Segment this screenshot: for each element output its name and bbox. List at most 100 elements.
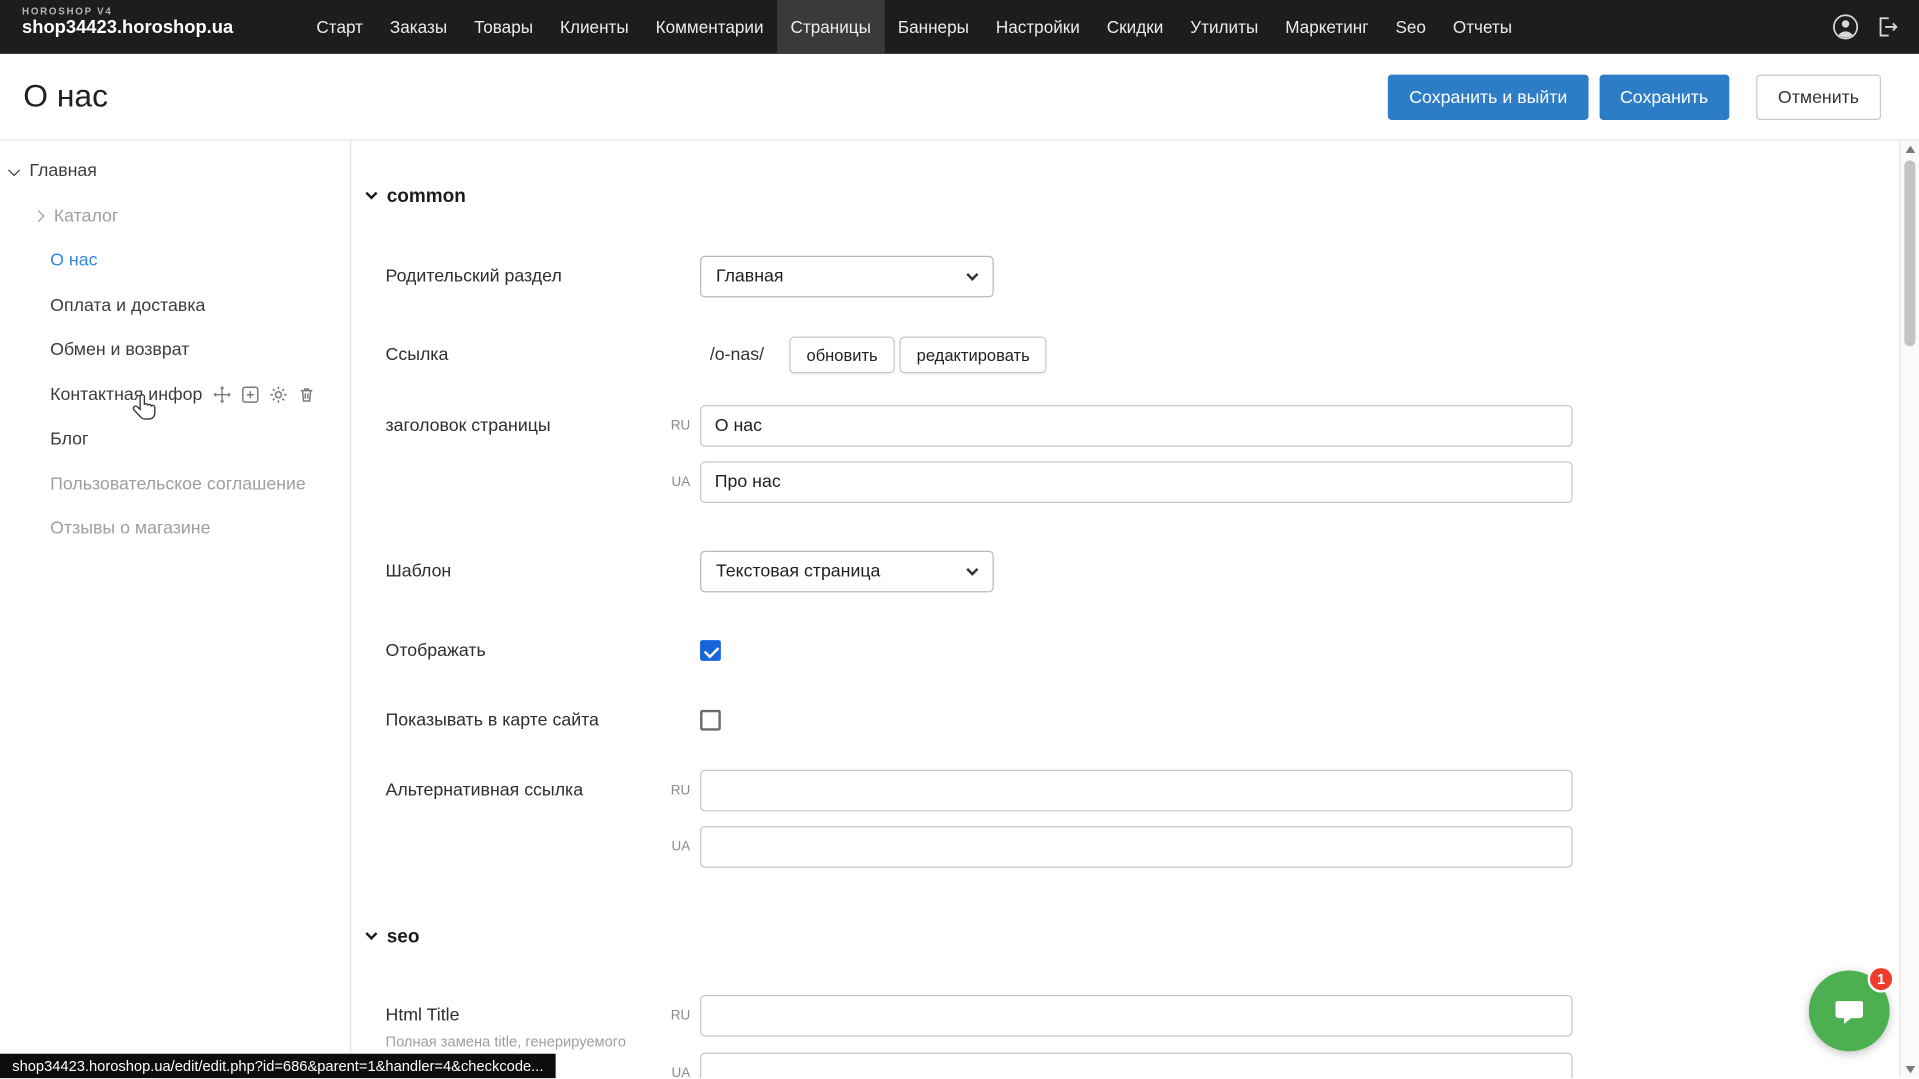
display-checkbox[interactable] [700, 640, 721, 661]
chat-bubble-icon [1831, 993, 1868, 1030]
chat-unread-badge: 1 [1868, 966, 1895, 993]
sidebar-item-blog[interactable]: Блог [0, 417, 350, 462]
update-link-button[interactable]: обновить [789, 337, 894, 374]
save-button[interactable]: Сохранить [1599, 75, 1729, 120]
lang-tag-ru: RU [656, 770, 690, 812]
chevron-down-icon [966, 269, 978, 281]
browser-status-tooltip: shop34423.horoshop.ua/edit/edit.php?id=6… [0, 1054, 556, 1078]
app-root: HOROSHOP V4 shop34423.horoshop.ua Старт … [0, 0, 1919, 1078]
edit-link-button[interactable]: редактировать [900, 337, 1047, 374]
logo-domain: shop34423.horoshop.ua [22, 17, 233, 38]
field-label: Шаблон [386, 551, 452, 593]
form-row-display: Отображать [352, 640, 1899, 662]
nav-item-pages[interactable]: Страницы [777, 0, 884, 54]
field-label: Показывать в карте сайта [386, 710, 599, 732]
field-label: Ссылка [386, 337, 449, 374]
scroll-down-arrow[interactable] [1901, 1061, 1919, 1078]
logo: HOROSHOP V4 shop34423.horoshop.ua [22, 6, 233, 54]
pages-tree-sidebar: Главная Каталог О нас Оплата и доставка … [0, 141, 351, 1078]
link-path-value: /o-nas/ [710, 337, 764, 374]
sidebar-item-label: О нас [50, 251, 97, 271]
lang-tag-ua: UA [656, 826, 690, 868]
nav-item-clients[interactable]: Клиенты [547, 0, 643, 54]
form-row-parent-section: Родительский раздел Главная [352, 256, 1899, 298]
section-seo-toggle[interactable]: seo [367, 926, 419, 948]
form-row-html-title-ua: UA [352, 1053, 1899, 1079]
save-and-exit-button[interactable]: Сохранить и выйти [1388, 75, 1588, 120]
sidebar-item-o-nas[interactable]: О нас [0, 239, 350, 284]
nav-item-products[interactable]: Товары [461, 0, 547, 54]
tree-item-hover-actions [213, 386, 316, 404]
form-row-page-title-ru: заголовок страницы RU [352, 405, 1899, 447]
nav-item-utilities[interactable]: Утилиты [1177, 0, 1272, 54]
sidebar-item-obmen[interactable]: Обмен и возврат [0, 328, 350, 373]
field-label: заголовок страницы [386, 405, 551, 447]
sidebar-item-label: Блог [50, 430, 88, 450]
sidebar-item-label: Оплата и доставка [50, 296, 205, 316]
sidebar-item-katalog[interactable]: Каталог [0, 194, 350, 239]
page-header: О нас Сохранить и выйти Сохранить Отмени… [0, 54, 1919, 141]
scroll-up-arrow[interactable] [1901, 141, 1919, 158]
nav-item-settings[interactable]: Настройки [982, 0, 1093, 54]
chevron-right-icon [32, 210, 44, 222]
nav-item-reports[interactable]: Отчеты [1439, 0, 1525, 54]
nav-right-icons [1832, 0, 1899, 54]
chevron-down-icon [365, 927, 377, 939]
html-title-ru-input[interactable] [700, 995, 1573, 1037]
sidebar-item-label: Обмен и возврат [50, 341, 189, 361]
sidebar-item-otzyvy[interactable]: Отзывы о магазине [0, 507, 350, 552]
sitemap-checkbox[interactable] [700, 710, 721, 731]
logout-icon[interactable] [1875, 15, 1899, 39]
sidebar-item-glavnaya[interactable]: Главная [0, 149, 350, 194]
alt-link-ru-input[interactable] [700, 770, 1573, 812]
user-account-icon[interactable] [1832, 13, 1859, 40]
form-row-sitemap: Показывать в карте сайта [352, 710, 1899, 732]
sidebar-item-oplata[interactable]: Оплата и доставка [0, 283, 350, 328]
form-row-alt-link-ru: Альтернативная ссылка RU [352, 770, 1899, 812]
vertical-scrollbar [1899, 141, 1919, 1078]
settings-gear-icon[interactable] [270, 386, 288, 404]
page-title: О нас [23, 77, 108, 115]
section-common-toggle[interactable]: common [367, 186, 466, 208]
page-edit-form: common Родительский раздел Главная Ссылк… [352, 141, 1899, 1078]
add-subpage-icon[interactable] [242, 386, 260, 404]
sidebar-item-label: Контактная инфор [50, 385, 202, 405]
field-label: Альтернативная ссылка [386, 770, 584, 812]
nav-item-banners[interactable]: Баннеры [884, 0, 982, 54]
template-select[interactable]: Текстовая страница [700, 551, 994, 593]
move-icon[interactable] [213, 386, 231, 404]
nav-item-orders[interactable]: Заказы [376, 0, 460, 54]
field-label: Отображать [386, 640, 486, 662]
select-value: Текстовая страница [716, 562, 880, 582]
html-title-ua-input[interactable] [700, 1053, 1573, 1079]
nav-item-discounts[interactable]: Скидки [1093, 0, 1176, 54]
delete-trash-icon[interactable] [298, 386, 316, 404]
lang-tag-ua: UA [656, 461, 690, 503]
nav-item-comments[interactable]: Комментарии [642, 0, 777, 54]
page-title-ua-input[interactable] [700, 461, 1573, 503]
lang-tag-ua: UA [656, 1053, 690, 1079]
sidebar-item-soglashenie[interactable]: Пользовательское соглашение [0, 462, 350, 507]
sidebar-item-label: Отзывы о магазине [50, 519, 210, 539]
lang-tag-ru: RU [656, 995, 690, 1037]
section-title: seo [387, 926, 420, 948]
chevron-down-icon [365, 187, 377, 199]
nav-item-seo[interactable]: Seo [1382, 0, 1439, 54]
cancel-button[interactable]: Отменить [1756, 75, 1881, 120]
field-label: Родительский раздел [386, 256, 562, 298]
header-buttons: Сохранить и выйти Сохранить Отменить [1388, 75, 1881, 120]
chat-widget-button[interactable]: 1 [1809, 971, 1890, 1052]
scrollbar-thumb[interactable] [1904, 160, 1915, 346]
field-hint: Полная замена title, генерируемого [386, 1033, 626, 1050]
sidebar-item-label: Каталог [54, 207, 119, 227]
page-title-ru-input[interactable] [700, 405, 1573, 447]
section-title: common [387, 186, 466, 208]
field-label: Html Title [386, 995, 460, 1037]
sidebar-item-kontaktnaya[interactable]: Контактная инфор [0, 373, 350, 418]
nav-item-start[interactable]: Старт [303, 0, 376, 54]
parent-section-select[interactable]: Главная [700, 256, 994, 298]
chevron-down-icon [966, 564, 978, 576]
alt-link-ua-input[interactable] [700, 826, 1573, 868]
form-row-link: Ссылка /o-nas/ обновить редактировать [352, 337, 1899, 374]
nav-item-marketing[interactable]: Маркетинг [1272, 0, 1382, 54]
